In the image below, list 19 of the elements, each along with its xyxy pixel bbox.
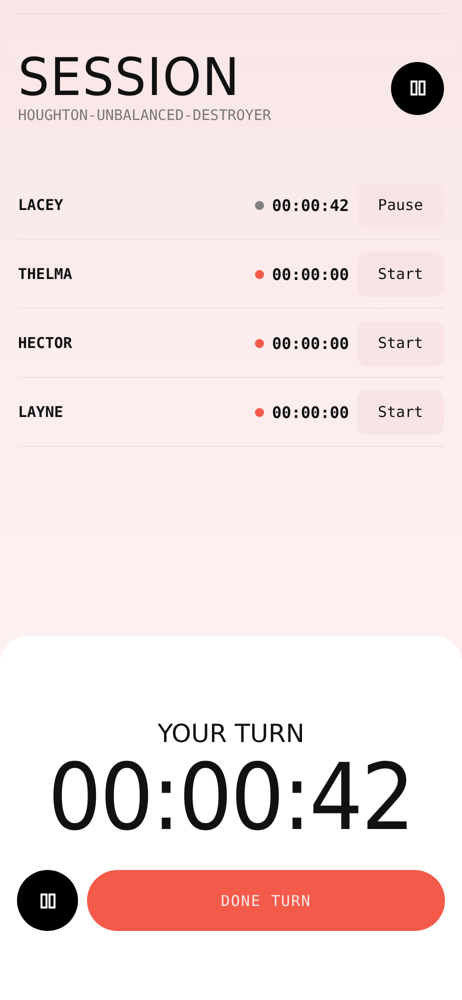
timer-button[interactable]: Pause [357,182,444,228]
session-name: HOUGHTON-UNBALANCED-DESTROYER [18,108,272,124]
participant-name: HECTOR [18,334,74,352]
turn-label: YOUR TURN [158,719,304,748]
participant-name: LACEY [18,196,64,214]
participant-time: 00:00:00 [272,334,349,352]
timer-button[interactable]: Start [357,252,444,296]
participant-time: 00:00:00 [272,264,349,284]
session-title: SESSION [18,52,242,104]
timer-button[interactable]: Start [357,390,444,434]
pause-button[interactable] [391,62,444,114]
timer-button[interactable]: Start [357,320,444,366]
participant-name: THELMA [18,265,74,283]
pause-icon [410,80,426,96]
participant-time: 00:00:42 [272,196,349,214]
pause-icon [40,892,56,908]
turn-timer: 00:00:42 [48,748,414,848]
participant-time: 00:00:00 [272,402,349,422]
participant-name: LAYNE [18,403,64,421]
